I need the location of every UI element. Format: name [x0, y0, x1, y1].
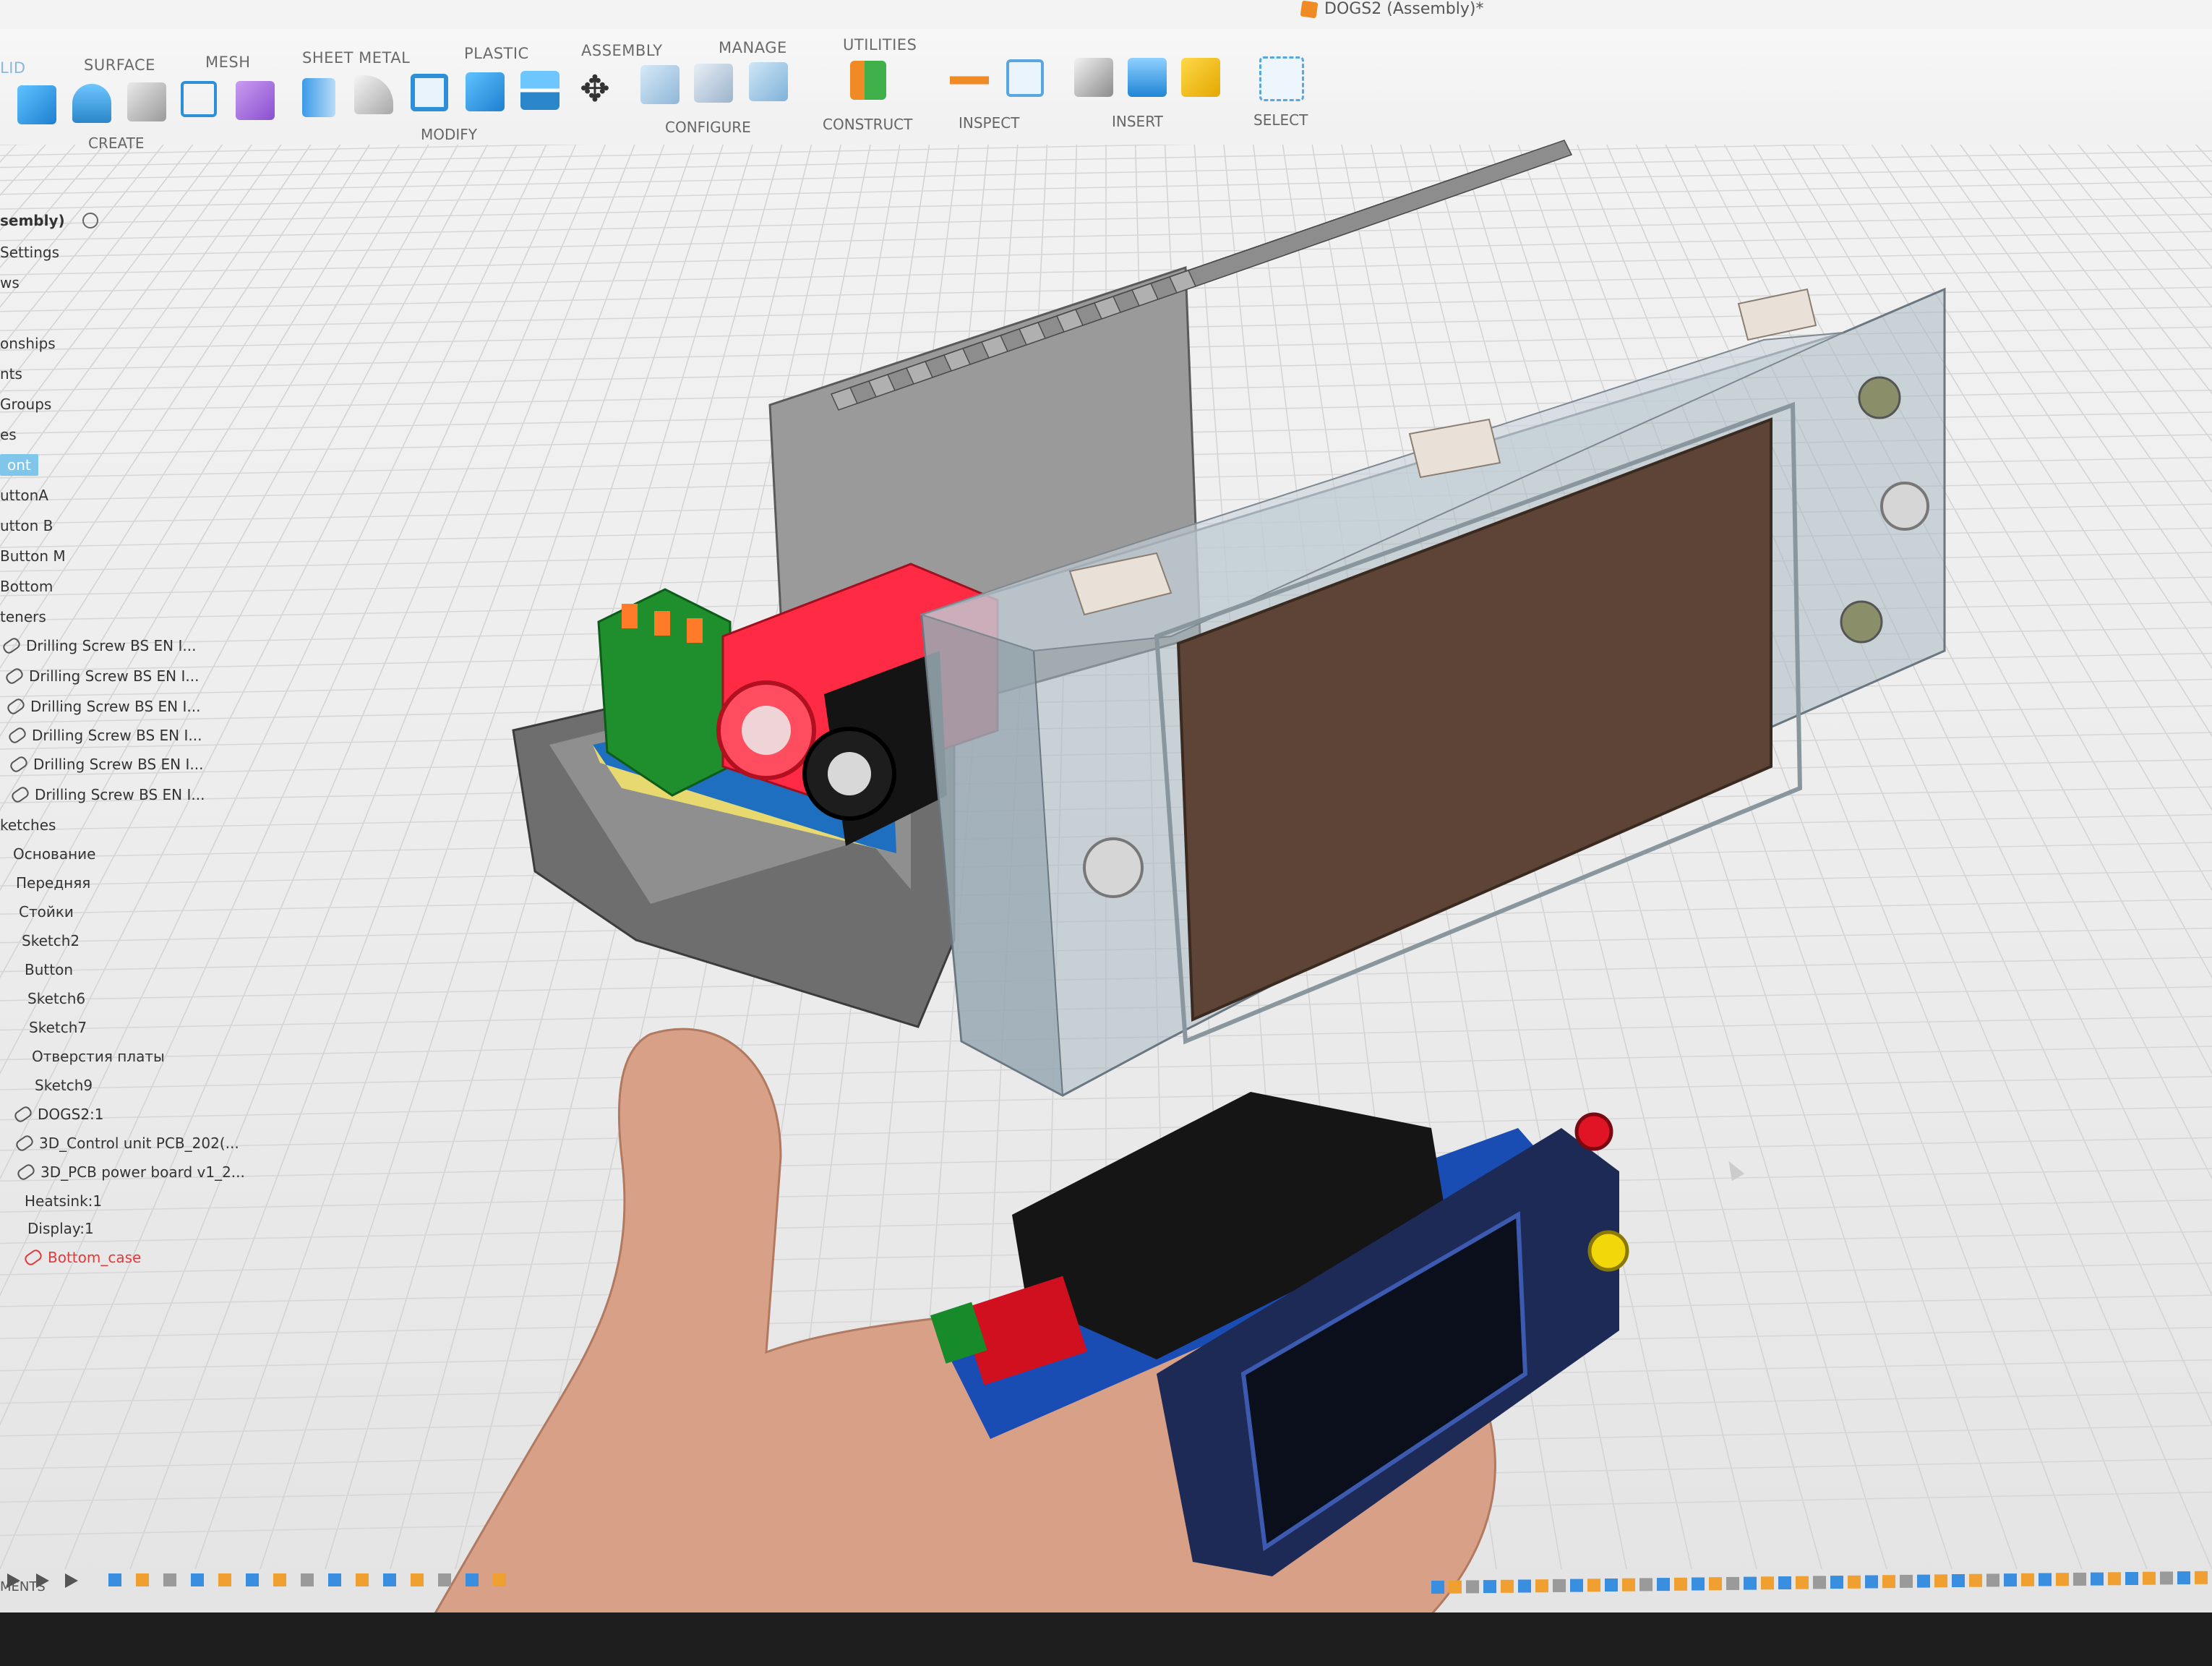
- monitor-bezel: [0, 1612, 2212, 1666]
- timeline-feature[interactable]: [2160, 1571, 2173, 1585]
- timeline-bar[interactable]: [0, 1569, 2212, 1612]
- timeline-feature[interactable]: [1813, 1576, 1826, 1589]
- timeline-feature[interactable]: [1986, 1573, 1999, 1587]
- timeline-feature[interactable]: [2004, 1573, 2017, 1587]
- timeline-feature[interactable]: [2091, 1572, 2104, 1586]
- timeline-feature[interactable]: [1882, 1575, 1895, 1589]
- timeline-feature[interactable]: [1744, 1576, 1757, 1590]
- timeline-feature[interactable]: [2108, 1572, 2121, 1586]
- timeline-feature[interactable]: [273, 1573, 286, 1586]
- timeline-feature[interactable]: [2039, 1573, 2052, 1586]
- timeline-feature[interactable]: [1796, 1576, 1809, 1589]
- timeline-feature[interactable]: [438, 1573, 451, 1586]
- timeline-feature[interactable]: [301, 1573, 314, 1586]
- timeline-feature[interactable]: [1639, 1578, 1652, 1592]
- timeline-feature[interactable]: [411, 1573, 424, 1586]
- timeline-feature[interactable]: [1501, 1579, 1514, 1593]
- timeline-feature[interactable]: [1709, 1577, 1722, 1591]
- timeline-feature[interactable]: [2056, 1573, 2069, 1586]
- timeline-feature[interactable]: [1483, 1580, 1496, 1594]
- timeline-feature[interactable]: [1657, 1578, 1670, 1592]
- timeline-feature[interactable]: [1570, 1579, 1583, 1592]
- timeline-feature[interactable]: [1692, 1577, 1705, 1591]
- physical-red-terminal: [1574, 1112, 1613, 1151]
- timeline-feature[interactable]: [2021, 1573, 2034, 1586]
- timeline-feature[interactable]: [1466, 1580, 1479, 1594]
- timeline-feature[interactable]: [191, 1573, 204, 1586]
- timeline-feature[interactable]: [356, 1573, 369, 1586]
- timeline-feature[interactable]: [2177, 1571, 2190, 1585]
- timeline-feature[interactable]: [1952, 1574, 1965, 1587]
- timeline-feature[interactable]: [1917, 1574, 1930, 1588]
- timeline-feature[interactable]: [163, 1573, 176, 1586]
- cad-screen: DOGS2 (Assembly)* LID SURFACE MESH SHEET…: [0, 0, 2212, 1612]
- physical-yellow-terminal: [1587, 1230, 1629, 1272]
- timeline-feature[interactable]: [218, 1573, 231, 1586]
- timeline-feature[interactable]: [1518, 1579, 1531, 1593]
- timeline-feature[interactable]: [328, 1573, 341, 1586]
- timeline-feature[interactable]: [1674, 1577, 1687, 1591]
- timeline-feature[interactable]: [1587, 1579, 1600, 1592]
- timeline-feature[interactable]: [383, 1573, 396, 1586]
- timeline-feature[interactable]: [2143, 1571, 2156, 1585]
- timeline-feature[interactable]: [1830, 1576, 1843, 1589]
- timeline-feature[interactable]: [493, 1573, 506, 1586]
- timeline-feature[interactable]: [2073, 1572, 2086, 1586]
- timeline-feature[interactable]: [1431, 1581, 1444, 1594]
- timeline-feature[interactable]: [1778, 1576, 1791, 1589]
- timeline-feature[interactable]: [246, 1573, 259, 1586]
- timeline-feature[interactable]: [1449, 1580, 1462, 1594]
- timeline-feature[interactable]: [1761, 1576, 1774, 1590]
- play-end-icon[interactable]: [65, 1573, 78, 1588]
- timeline-feature[interactable]: [1900, 1574, 1913, 1588]
- timeline-feature[interactable]: [1622, 1578, 1635, 1592]
- timeline-feature[interactable]: [1934, 1574, 1947, 1588]
- comments-label[interactable]: MENTS: [0, 1579, 46, 1594]
- hand-holding-board: [434, 1028, 1629, 1612]
- timeline-feature[interactable]: [466, 1573, 479, 1586]
- timeline-feature[interactable]: [1535, 1579, 1548, 1593]
- timeline-feature[interactable]: [1553, 1579, 1566, 1592]
- timeline-feature[interactable]: [2125, 1572, 2138, 1585]
- timeline-feature[interactable]: [1605, 1579, 1618, 1592]
- timeline-feature[interactable]: [1848, 1575, 1861, 1589]
- timeline-feature[interactable]: [136, 1573, 149, 1586]
- timeline-feature[interactable]: [108, 1573, 121, 1586]
- timeline-feature[interactable]: [1726, 1576, 1739, 1590]
- timeline-feature[interactable]: [1969, 1573, 1982, 1587]
- timeline-feature[interactable]: [1865, 1575, 1878, 1589]
- timeline-feature[interactable]: [2195, 1571, 2208, 1584]
